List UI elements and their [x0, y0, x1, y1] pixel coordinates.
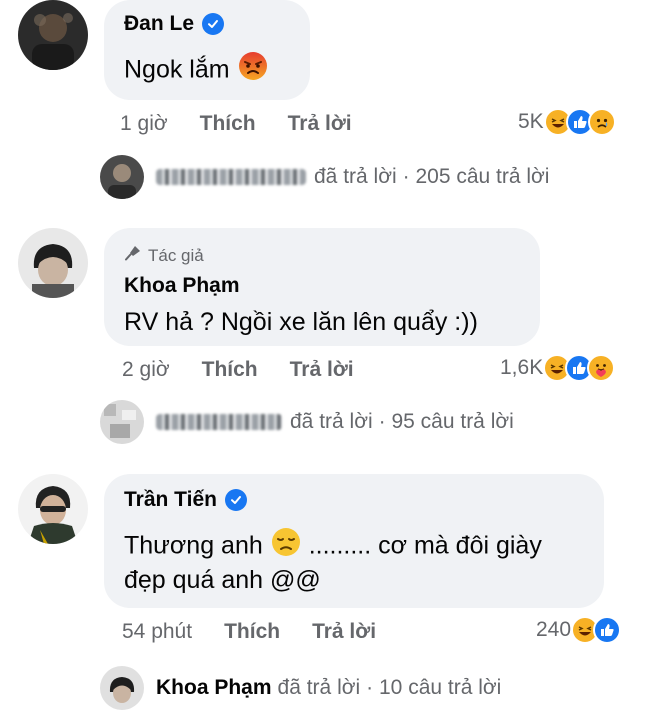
reaction-count: 1,6K	[500, 356, 544, 379]
reaction-summary[interactable]: 240	[536, 616, 622, 644]
reaction-summary[interactable]: 5K	[518, 108, 616, 136]
reply-count: · 205 câu trả lời	[402, 165, 550, 188]
comment-text: Ngok lắm	[124, 55, 230, 84]
author-badge: Tác giả	[148, 245, 204, 265]
care-reaction-icon	[587, 354, 616, 382]
reaction-count: 5K	[518, 110, 544, 133]
comment-text: RV hả ? Ngồi xe lăn lên quẩy :))	[124, 308, 478, 336]
reply-avatar	[100, 666, 144, 710]
view-replies-link[interactable]: đã trả lời · 205 câu trả lời	[100, 155, 549, 199]
comment-bubble: Trần Tiến Thương anh ......... cơ mà đôi…	[104, 474, 604, 608]
comment-text-continued: ......... cơ mà đôi giày	[308, 531, 542, 560]
microphone-icon	[124, 244, 142, 267]
reply-avatar	[100, 155, 144, 199]
reply-button[interactable]: Trả lời	[290, 358, 354, 382]
comment-1: Đan Le Ngok lắm 1 giờ Thích Trả lời 5K đ…	[0, 0, 660, 199]
comment-author[interactable]: Khoa Phạm	[124, 274, 240, 298]
reaction-summary[interactable]: 1,6K	[500, 354, 616, 382]
like-button[interactable]: Thích	[200, 112, 256, 136]
replied-label: đã trả lời	[277, 676, 361, 699]
replied-label: đã trả lời	[314, 165, 397, 188]
comment-time[interactable]: 54 phút	[122, 620, 192, 644]
comment-bubble: Đan Le Ngok lắm	[104, 0, 310, 100]
like-button[interactable]: Thích	[202, 358, 258, 382]
comment-author[interactable]: Đan Le	[124, 12, 194, 36]
reply-count: · 95 câu trả lời	[378, 410, 514, 433]
comment-author[interactable]: Trần Tiến	[124, 488, 217, 512]
replied-label: đã trả lời	[290, 410, 373, 433]
avatar[interactable]	[18, 0, 88, 70]
angry-face-icon	[237, 50, 269, 92]
like-reaction-icon	[593, 616, 622, 644]
verified-badge-icon	[202, 13, 225, 35]
blurred-replier-name	[156, 414, 282, 430]
reply-count: · 10 câu trả lời	[366, 676, 502, 699]
reaction-count: 240	[536, 618, 572, 641]
reply-button[interactable]: Trả lời	[312, 620, 376, 644]
blurred-replier-name	[156, 169, 306, 185]
sad-reaction-icon	[587, 108, 616, 136]
comment-text: Thương anh	[124, 531, 263, 560]
view-replies-link[interactable]: Khoa Phạm đã trả lời · 10 câu trả lời	[100, 666, 501, 710]
comment-time[interactable]: 1 giờ	[120, 112, 168, 136]
reply-avatar	[100, 400, 144, 444]
avatar[interactable]	[18, 474, 88, 544]
view-replies-link[interactable]: đã trả lời · 95 câu trả lời	[100, 400, 514, 444]
comment-bubble: Tác giả Khoa Phạm RV hả ? Ngồi xe lăn lê…	[104, 228, 540, 346]
comment-time[interactable]: 2 giờ	[122, 358, 170, 382]
like-button[interactable]: Thích	[224, 620, 280, 644]
comment-3: Trần Tiến Thương anh ......... cơ mà đôi…	[0, 474, 660, 715]
verified-badge-icon	[224, 489, 247, 511]
avatar[interactable]	[18, 228, 88, 298]
comment-2: Tác giả Khoa Phạm RV hả ? Ngồi xe lăn lê…	[0, 228, 660, 458]
comment-text-line2: đẹp quá anh @@	[124, 566, 321, 594]
reply-button[interactable]: Trả lời	[288, 112, 352, 136]
replier-name[interactable]: Khoa Phạm	[156, 676, 272, 700]
